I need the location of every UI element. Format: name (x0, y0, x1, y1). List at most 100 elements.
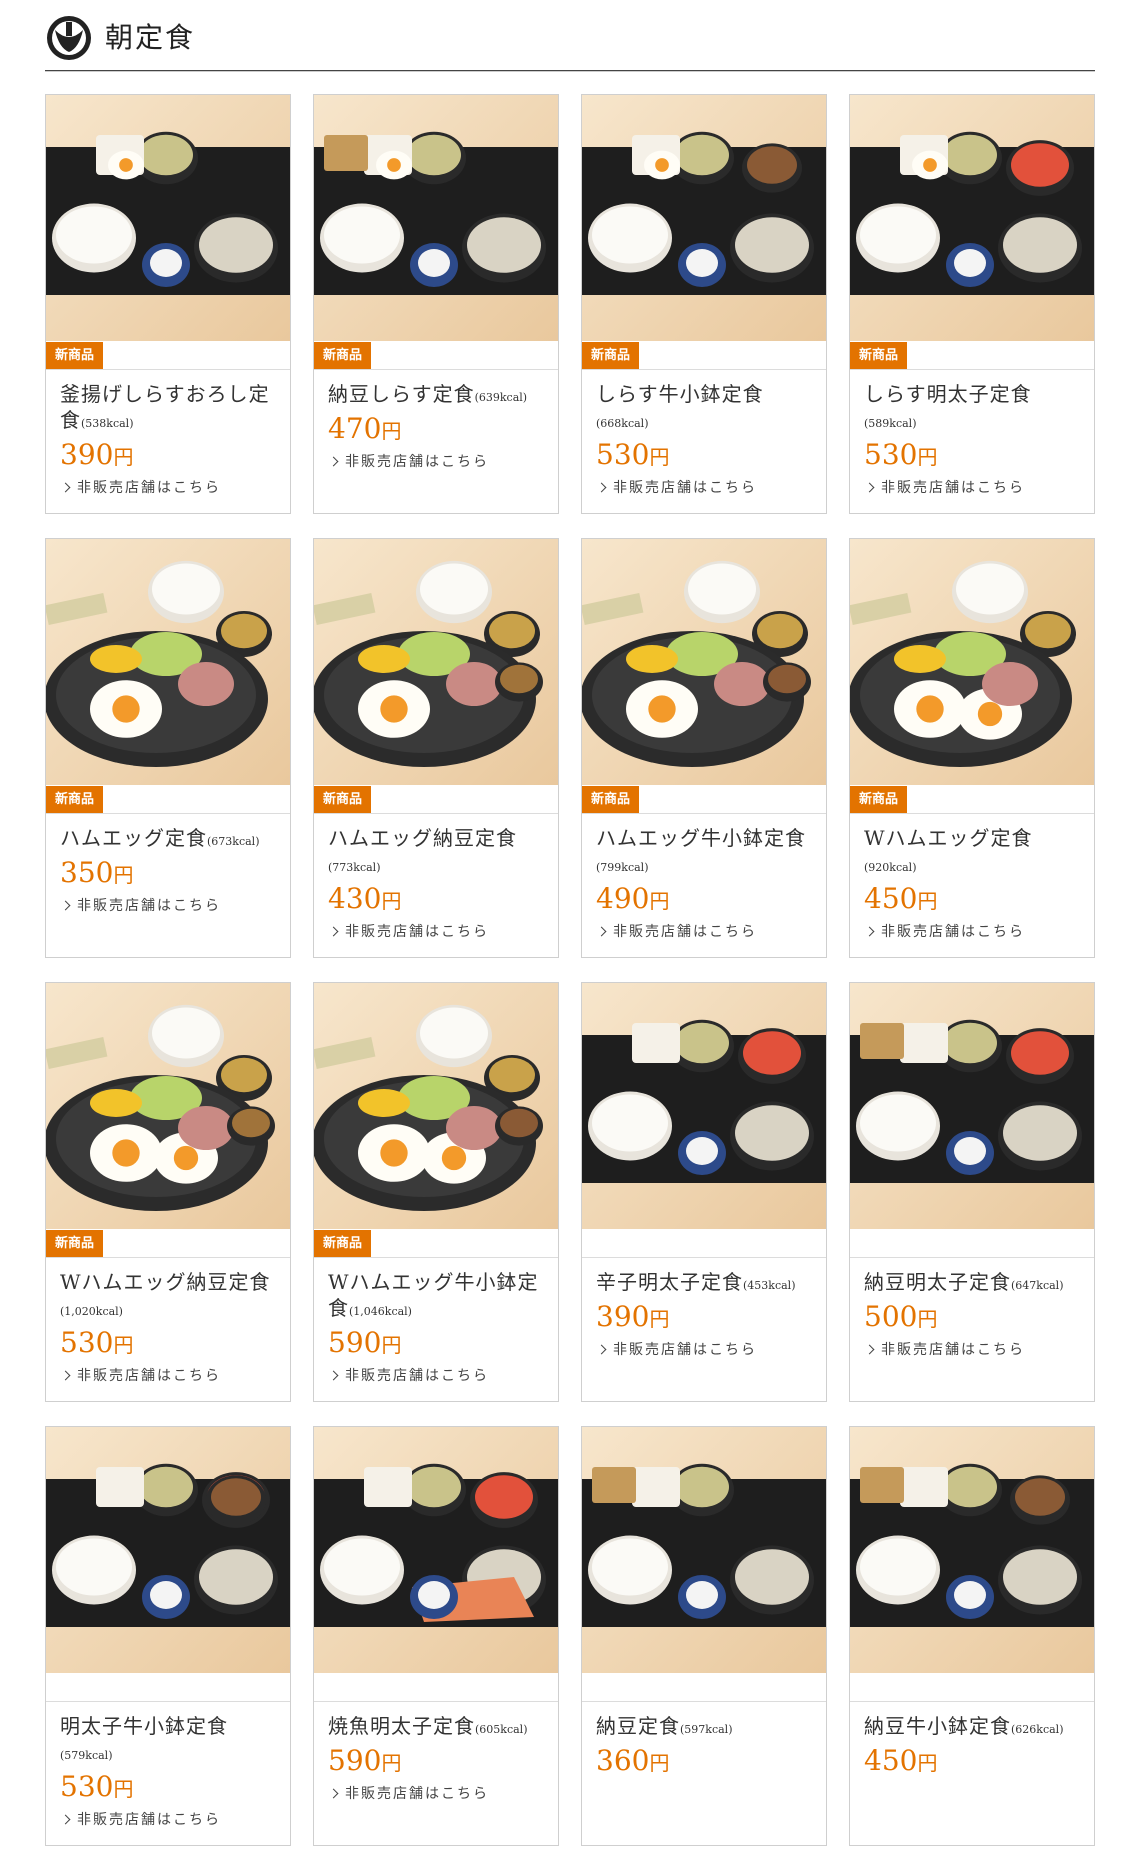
menu-photo[interactable] (46, 95, 290, 341)
menu-photo[interactable] (850, 95, 1094, 341)
non-selling-stores-link[interactable]: 非販売店舗はこちら (596, 921, 818, 941)
price-currency: 円 (113, 445, 134, 469)
non-selling-stores-link[interactable]: 非販売店舗はこちら (60, 1809, 282, 1829)
non-selling-stores-link[interactable]: 非販売店舗はこちら (328, 451, 550, 471)
menu-photo[interactable] (582, 95, 826, 341)
menu-name[interactable]: ハムエッグ定食(673kcal) (60, 825, 282, 855)
non-selling-stores-link[interactable]: 非販売店舗はこちら (596, 477, 818, 497)
menu-name[interactable]: しらす明太子定食 (589kcal) (864, 381, 1086, 437)
menu-kcal: (605kcal) (475, 1723, 528, 1736)
price-currency: 円 (381, 1333, 402, 1357)
menu-price: 390円 (60, 438, 282, 471)
menu-card[interactable]: 辛子明太子定食(453kcal) 390円 非販売店舗はこちら (581, 982, 827, 1402)
non-selling-stores-link[interactable]: 非販売店舗はこちら (60, 1365, 282, 1385)
new-item-badge: 新商品 (582, 342, 640, 369)
menu-kcal: (799kcal) (596, 861, 649, 874)
menu-card[interactable]: 新商品 ハムエッグ納豆定食 (773kcal) 430円 非販売店舗はこちら (313, 538, 559, 958)
menu-name[interactable]: Wハムエッグ牛小鉢定食(1,046kcal) (328, 1269, 550, 1325)
menu-card[interactable]: 新商品 Wハムエッグ定食 (920kcal) 450円 非販売店舗はこちら (849, 538, 1095, 958)
non-selling-stores-link[interactable]: 非販売店舗はこちら (864, 477, 1086, 497)
menu-card[interactable]: 新商品 釜揚げしらすおろし定食(538kcal) 390円 非販売店舗はこちら (45, 94, 291, 514)
menu-name[interactable]: しらす牛小鉢定食 (668kcal) (596, 381, 818, 437)
menu-name[interactable]: 納豆牛小鉢定食(626kcal) (864, 1713, 1086, 1743)
menu-photo[interactable] (314, 95, 558, 341)
menu-photo[interactable] (850, 1427, 1094, 1673)
menu-card[interactable]: 新商品 納豆しらす定食(639kcal) 470円 非販売店舗はこちら (313, 94, 559, 514)
menu-price: 470円 (328, 412, 550, 445)
menu-info: Wハムエッグ納豆定食 (1,020kcal) 530円 非販売店舗はこちら (60, 1269, 282, 1385)
menu-card[interactable]: 新商品 ハムエッグ牛小鉢定食 (799kcal) 490円 非販売店舗はこちら (581, 538, 827, 958)
menu-card[interactable]: 新商品 Wハムエッグ納豆定食 (1,020kcal) 530円 非販売店舗はこちら (45, 982, 291, 1402)
badge-row (46, 1673, 290, 1702)
link-text: 非販売店舗はこちら (613, 480, 757, 496)
non-selling-stores-link[interactable]: 非販売店舗はこちら (60, 477, 282, 497)
menu-card[interactable]: 新商品 しらす明太子定食 (589kcal) 530円 非販売店舗はこちら (849, 94, 1095, 514)
link-text: 非販売店舗はこちら (77, 480, 221, 496)
menu-kcal: (673kcal) (207, 835, 260, 848)
new-item-badge: 新商品 (850, 786, 908, 813)
menu-name[interactable]: ハムエッグ納豆定食 (773kcal) (328, 825, 550, 881)
non-selling-stores-link[interactable]: 非販売店舗はこちら (864, 921, 1086, 941)
link-text: 非販売店舗はこちら (881, 480, 1025, 496)
non-selling-stores-link[interactable]: 非販売店舗はこちら (596, 1339, 818, 1359)
menu-photo[interactable] (46, 983, 290, 1229)
header-divider (45, 70, 1095, 72)
menu-kcal: (626kcal) (1011, 1723, 1064, 1736)
menu-photo[interactable] (314, 539, 558, 785)
menu-name[interactable]: 明太子牛小鉢定食 (579kcal) (60, 1713, 282, 1769)
price-currency: 円 (113, 1333, 134, 1357)
menu-info: 辛子明太子定食(453kcal) 390円 非販売店舗はこちら (596, 1269, 818, 1359)
menu-name-text: Wハムエッグ納豆定食 (60, 1270, 271, 1294)
menu-name[interactable]: 納豆定食(597kcal) (596, 1713, 818, 1743)
menu-kcal: (639kcal) (474, 391, 528, 404)
menu-name[interactable]: 納豆しらす定食(639kcal) (328, 381, 550, 411)
price-value: 530 (864, 438, 918, 471)
menu-photo[interactable] (46, 1427, 290, 1673)
price-value: 390 (60, 438, 114, 471)
non-selling-stores-link[interactable]: 非販売店舗はこちら (60, 895, 282, 915)
new-item-badge: 新商品 (46, 1230, 104, 1257)
non-selling-stores-link[interactable]: 非販売店舗はこちら (328, 921, 550, 941)
menu-card[interactable]: 納豆牛小鉢定食(626kcal) 450円 (849, 1426, 1095, 1846)
menu-price: 590円 (328, 1326, 550, 1359)
badge-row (850, 1229, 1094, 1258)
chevron-right-icon (328, 926, 339, 936)
menu-name[interactable]: 納豆明太子定食(647kcal) (864, 1269, 1086, 1299)
link-text: 非販売店舗はこちら (345, 1786, 489, 1802)
menu-card[interactable]: 焼魚明太子定食(605kcal) 590円 非販売店舗はこちら (313, 1426, 559, 1846)
menu-card[interactable]: 納豆定食(597kcal) 360円 (581, 1426, 827, 1846)
non-selling-stores-link[interactable]: 非販売店舗はこちら (328, 1783, 550, 1803)
price-value: 590 (328, 1744, 382, 1777)
menu-photo[interactable] (582, 539, 826, 785)
price-value: 500 (864, 1300, 918, 1333)
menu-photo[interactable] (314, 1427, 558, 1673)
menu-name[interactable]: 辛子明太子定食(453kcal) (596, 1269, 818, 1299)
menu-photo[interactable] (582, 983, 826, 1229)
menu-photo[interactable] (850, 539, 1094, 785)
menu-card[interactable]: 新商品 Wハムエッグ牛小鉢定食(1,046kcal) 590円 非販売店舗はこちら (313, 982, 559, 1402)
badge-row (582, 1229, 826, 1258)
non-selling-stores-link[interactable]: 非販売店舗はこちら (864, 1339, 1086, 1359)
menu-name[interactable]: 焼魚明太子定食(605kcal) (328, 1713, 550, 1743)
menu-kcal: (920kcal) (864, 861, 917, 874)
non-selling-stores-link[interactable]: 非販売店舗はこちら (328, 1365, 550, 1385)
menu-card[interactable]: 納豆明太子定食(647kcal) 500円 非販売店舗はこちら (849, 982, 1095, 1402)
menu-price: 450円 (864, 1744, 1086, 1777)
menu-name[interactable]: ハムエッグ牛小鉢定食 (799kcal) (596, 825, 818, 881)
chevron-right-icon (596, 482, 607, 492)
menu-kcal: (1,020kcal) (60, 1305, 123, 1318)
menu-photo[interactable] (314, 983, 558, 1229)
menu-info: しらす明太子定食 (589kcal) 530円 非販売店舗はこちら (864, 381, 1086, 497)
price-value: 530 (596, 438, 650, 471)
menu-name[interactable]: Wハムエッグ定食 (920kcal) (864, 825, 1086, 881)
menu-price: 350円 (60, 856, 282, 889)
menu-card[interactable]: 新商品 しらす牛小鉢定食 (668kcal) 530円 非販売店舗はこちら (581, 94, 827, 514)
badge-row (582, 1673, 826, 1702)
menu-name[interactable]: 釜揚げしらすおろし定食(538kcal) (60, 381, 282, 437)
menu-photo[interactable] (46, 539, 290, 785)
menu-photo[interactable] (850, 983, 1094, 1229)
menu-card[interactable]: 新商品 ハムエッグ定食(673kcal) 350円 非販売店舗はこちら (45, 538, 291, 958)
menu-photo[interactable] (582, 1427, 826, 1673)
menu-card[interactable]: 明太子牛小鉢定食 (579kcal) 530円 非販売店舗はこちら (45, 1426, 291, 1846)
menu-name[interactable]: Wハムエッグ納豆定食 (1,020kcal) (60, 1269, 282, 1325)
